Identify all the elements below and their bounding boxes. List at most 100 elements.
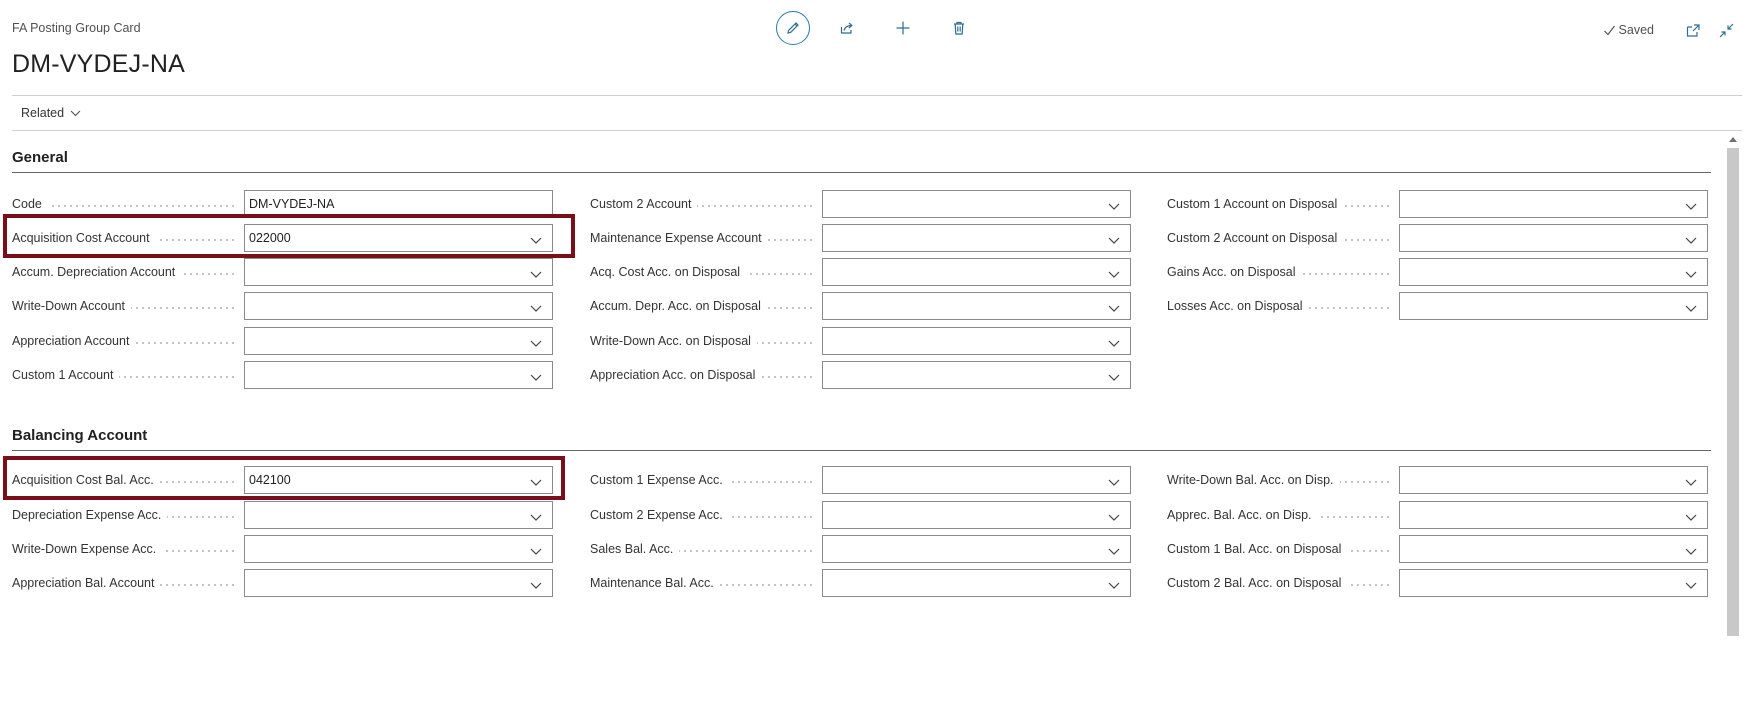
account-dropdown[interactable] [1399, 224, 1708, 252]
field-label-text: Accum. Depr. Acc. on Disposal [590, 299, 767, 313]
account-dropdown[interactable] [244, 258, 553, 286]
chevron-down-icon[interactable] [530, 268, 542, 282]
chevron-down-icon[interactable] [1685, 268, 1697, 282]
field-label: Maintenance Bal. Acc. [590, 569, 720, 597]
account-dropdown[interactable] [822, 466, 1131, 494]
field-label: Custom 1 Bal. Acc. on Disposal [1167, 535, 1348, 563]
scroll-thumb[interactable] [1727, 148, 1739, 636]
field-row: Appreciation Bal. Account [12, 569, 553, 597]
chevron-down-icon[interactable] [1685, 200, 1697, 214]
scrollbar[interactable] [1727, 134, 1739, 636]
chevron-down-icon[interactable] [530, 545, 542, 559]
account-dropdown[interactable] [244, 361, 553, 389]
field-label: Custom 2 Account [590, 190, 698, 218]
chevron-down-icon[interactable] [530, 371, 542, 385]
action-bar [776, 10, 976, 46]
chevron-down-icon[interactable] [1685, 579, 1697, 593]
field-label: Appreciation Account [12, 327, 136, 355]
balancing-section-line [12, 450, 1711, 451]
chevron-down-icon[interactable] [1108, 337, 1120, 351]
account-dropdown[interactable] [1399, 190, 1708, 218]
chevron-down-icon[interactable] [1108, 371, 1120, 385]
account-dropdown[interactable] [822, 535, 1131, 563]
account-dropdown[interactable] [1399, 569, 1708, 597]
collapse-button[interactable] [1719, 23, 1734, 38]
field-row: Custom 1 Account on Disposal [1167, 190, 1708, 218]
account-dropdown[interactable] [822, 224, 1131, 252]
share-button[interactable] [830, 11, 864, 45]
field-row: Custom 2 Account [590, 190, 1131, 218]
field-row: Write-Down Account [12, 292, 553, 320]
check-icon [1603, 25, 1615, 35]
chevron-down-icon[interactable] [1685, 234, 1697, 248]
scroll-up-arrow[interactable] [1729, 137, 1737, 142]
chevron-down-icon[interactable] [1108, 545, 1120, 559]
account-dropdown[interactable] [244, 569, 553, 597]
chevron-down-icon[interactable] [1108, 302, 1120, 316]
account-dropdown[interactable] [244, 327, 553, 355]
account-dropdown[interactable] [822, 190, 1131, 218]
account-dropdown[interactable] [822, 569, 1131, 597]
saved-label: Saved [1618, 23, 1654, 37]
account-dropdown[interactable] [1399, 535, 1708, 563]
account-dropdown[interactable] [822, 258, 1131, 286]
field-label: Acq. Cost Acc. on Disposal [590, 258, 747, 286]
field-label-text: Appreciation Account [12, 334, 136, 348]
account-dropdown[interactable] [1399, 292, 1708, 320]
field-row: Write-Down Acc. on Disposal [590, 327, 1131, 355]
field-label-text: Custom 2 Bal. Acc. on Disposal [1167, 576, 1348, 590]
chevron-down-icon[interactable] [1685, 302, 1697, 316]
chevron-down-icon[interactable] [1108, 200, 1120, 214]
field-label-text: Sales Bal. Acc. [590, 542, 680, 556]
field-label: Losses Acc. on Disposal [1167, 292, 1309, 320]
related-label: Related [21, 106, 65, 120]
account-dropdown[interactable] [822, 292, 1131, 320]
field-label: Appreciation Acc. on Disposal [590, 361, 762, 389]
field-label: Custom 1 Account on Disposal [1167, 190, 1344, 218]
account-dropdown[interactable] [822, 501, 1131, 529]
chevron-down-icon[interactable] [1108, 234, 1120, 248]
general-section-title[interactable]: General [12, 149, 68, 166]
chevron-down-icon[interactable] [530, 337, 542, 351]
field-row: Appreciation Account [12, 327, 553, 355]
edit-button[interactable] [776, 11, 810, 45]
chevron-down-icon[interactable] [530, 302, 542, 316]
field-value: DM-VYDEJ-NA [249, 197, 335, 211]
saved-status: Saved [1603, 23, 1654, 37]
status-area: Saved [1603, 20, 1752, 40]
general-section-line [12, 172, 1711, 173]
account-dropdown[interactable] [1399, 466, 1708, 494]
chevron-down-icon[interactable] [1108, 476, 1120, 490]
delete-button[interactable] [942, 11, 976, 45]
chevron-down-icon[interactable] [1108, 511, 1120, 525]
balancing-section-title[interactable]: Balancing Account [12, 427, 147, 444]
chevron-down-icon[interactable] [1685, 545, 1697, 559]
related-menu[interactable]: Related [21, 106, 81, 120]
account-dropdown[interactable] [1399, 501, 1708, 529]
chevron-down-icon[interactable] [1685, 476, 1697, 490]
chevron-down-icon[interactable] [530, 511, 542, 525]
plus-icon [896, 21, 910, 35]
field-label-text: Custom 2 Account [590, 197, 698, 211]
chevron-down-icon[interactable] [530, 579, 542, 593]
account-dropdown[interactable] [822, 361, 1131, 389]
field-row: Custom 1 Account [12, 361, 553, 389]
new-button[interactable] [886, 11, 920, 45]
chevron-down-icon [70, 110, 81, 116]
field-label-text: Custom 2 Account on Disposal [1167, 231, 1344, 245]
field-label-text: Maintenance Bal. Acc. [590, 576, 720, 590]
account-dropdown[interactable] [1399, 258, 1708, 286]
chevron-down-icon[interactable] [1685, 511, 1697, 525]
chevron-down-icon[interactable] [1108, 579, 1120, 593]
account-dropdown[interactable] [822, 327, 1131, 355]
field-label-text: Acquisition Cost Bal. Acc. [12, 473, 160, 487]
account-dropdown[interactable] [244, 292, 553, 320]
open-new-window-button[interactable] [1686, 23, 1701, 38]
field-label-text: Appreciation Acc. on Disposal [590, 368, 762, 382]
account-dropdown[interactable] [244, 535, 553, 563]
account-dropdown[interactable] [244, 501, 553, 529]
header-divider [12, 95, 1742, 96]
field-row: Custom 1 Expense Acc. [590, 466, 1131, 494]
chevron-down-icon[interactable] [1108, 268, 1120, 282]
field-label: Write-Down Expense Acc. [12, 535, 163, 563]
